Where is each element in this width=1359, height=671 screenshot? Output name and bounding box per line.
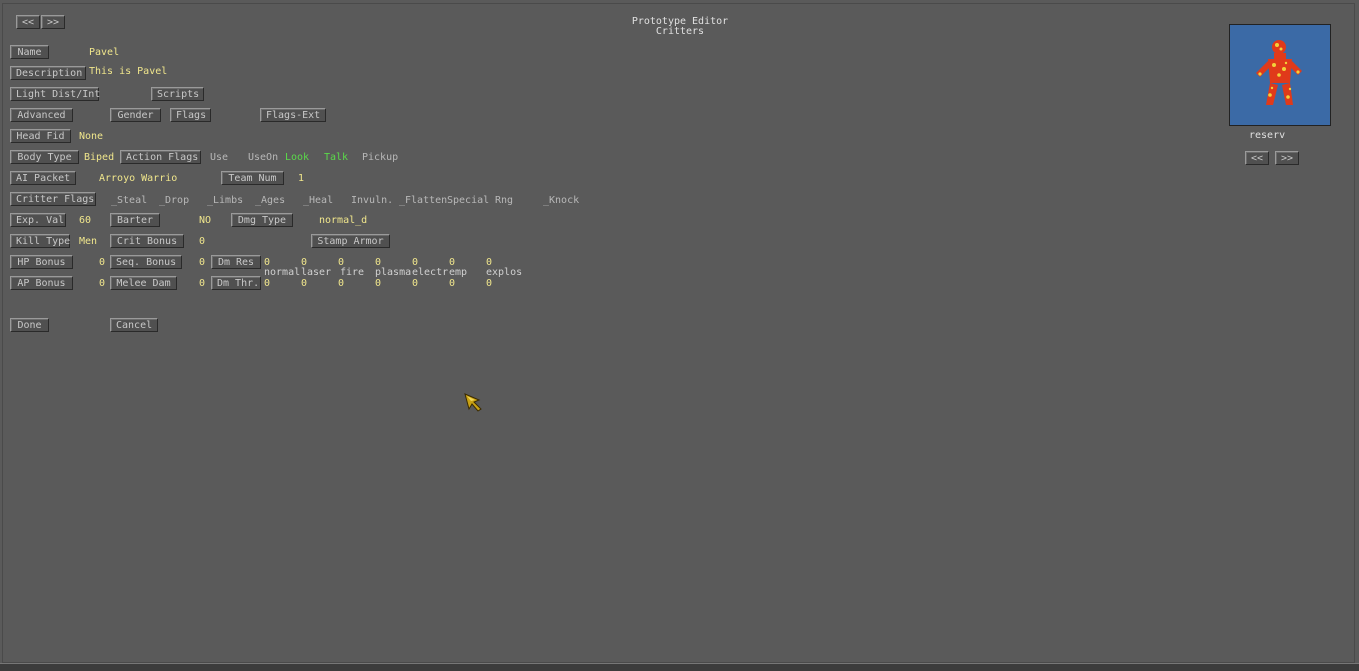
ai-packet-value: Arroyo Warrio [99, 173, 178, 184]
flag-heal-toggle[interactable]: _Heal [303, 195, 333, 207]
team-num-value: 1 [298, 173, 305, 184]
flag-special-toggle[interactable]: Special [447, 195, 489, 207]
mouse-cursor-icon [463, 392, 485, 417]
seq-bonus-button[interactable]: Seq. Bonus [110, 255, 182, 269]
hp-bonus-button[interactable]: HP Bonus [10, 255, 73, 269]
dm-thr-emp[interactable]: 0 [449, 278, 455, 290]
dm-thr-plasma[interactable]: 0 [375, 278, 381, 290]
portrait-name: reserv [1249, 130, 1286, 141]
name-button[interactable]: Name [10, 45, 49, 59]
scripts-button[interactable]: Scripts [151, 87, 204, 101]
flag-invuln-toggle[interactable]: Invuln. [351, 195, 393, 207]
flag-knock-toggle[interactable]: _Knock [543, 195, 579, 207]
stamp-armor-button[interactable]: Stamp Armor [311, 234, 390, 248]
description-value: This is Pavel [89, 66, 168, 77]
dm-thr-fire[interactable]: 0 [338, 278, 344, 290]
dm-res-button[interactable]: Dm Res [211, 255, 261, 269]
cancel-button[interactable]: Cancel [110, 318, 158, 332]
page-subtitle: Critters [655, 26, 705, 37]
flag-flatten-toggle[interactable]: _Flatten [399, 195, 447, 207]
head-fid-value: None [79, 131, 104, 142]
flags-button[interactable]: Flags [170, 108, 211, 122]
dmg-type-button[interactable]: Dmg Type [231, 213, 293, 227]
team-num-button[interactable]: Team Num [221, 171, 284, 185]
flag-drop-toggle[interactable]: _Drop [159, 195, 189, 207]
flag-limbs-toggle[interactable]: _Limbs [207, 195, 243, 207]
kill-type-value: Men [79, 236, 98, 247]
flags-ext-button[interactable]: Flags-Ext [260, 108, 326, 122]
action-flags-button[interactable]: Action Flags [120, 150, 201, 164]
portrait-prev-button[interactable]: << [1245, 151, 1269, 165]
crit-bonus-button[interactable]: Crit Bonus [110, 234, 184, 248]
barter-button[interactable]: Barter [110, 213, 160, 227]
dmg-type-value: normal_d [319, 215, 368, 226]
action-look-toggle[interactable]: Look [285, 152, 309, 164]
body-type-button[interactable]: Body Type [10, 150, 79, 164]
crit-bonus-value: 0 [199, 236, 206, 247]
critter-sprite-icon [1256, 40, 1302, 105]
dm-thr-electr[interactable]: 0 [412, 278, 418, 290]
hp-bonus-value: 0 [99, 257, 106, 268]
barter-value: NO [199, 215, 212, 226]
name-value: Pavel [89, 47, 120, 58]
flag-rng-toggle[interactable]: Rng [495, 195, 513, 207]
dm-thr-normal[interactable]: 0 [264, 278, 270, 290]
critter-flags-button[interactable]: Critter Flags [10, 192, 96, 206]
critter-portrait [1229, 24, 1331, 126]
flag-ages-toggle[interactable]: _Ages [255, 195, 285, 207]
done-button[interactable]: Done [10, 318, 49, 332]
advanced-button[interactable]: Advanced [10, 108, 73, 122]
next-proto-button[interactable]: >> [41, 15, 65, 29]
melee-dam-value: 0 [199, 278, 206, 289]
exp-val-button[interactable]: Exp. Val [10, 213, 66, 227]
dm-thr-button[interactable]: Dm Thr. [211, 276, 261, 290]
gender-button[interactable]: Gender [110, 108, 161, 122]
action-pickup-toggle[interactable]: Pickup [362, 152, 398, 164]
ap-bonus-value: 0 [99, 278, 106, 289]
seq-bonus-value: 0 [199, 257, 206, 268]
prev-proto-button[interactable]: << [16, 15, 40, 29]
portrait-next-button[interactable]: >> [1275, 151, 1299, 165]
action-useon-toggle[interactable]: UseOn [248, 152, 278, 164]
action-talk-toggle[interactable]: Talk [324, 152, 348, 164]
ai-packet-button[interactable]: AI Packet [10, 171, 76, 185]
melee-dam-button[interactable]: Melee Dam [110, 276, 177, 290]
flag-steal-toggle[interactable]: _Steal [111, 195, 147, 207]
dm-thr-explos[interactable]: 0 [486, 278, 492, 290]
description-button[interactable]: Description [10, 66, 86, 80]
ap-bonus-button[interactable]: AP Bonus [10, 276, 73, 290]
editor-frame [2, 3, 1355, 663]
body-type-value: Biped [84, 152, 115, 163]
head-fid-button[interactable]: Head Fid [10, 129, 71, 143]
light-dist-button[interactable]: Light Dist/Int [10, 87, 100, 101]
exp-val-value: 60 [79, 215, 92, 226]
action-use-toggle[interactable]: Use [210, 152, 228, 164]
dm-thr-laser[interactable]: 0 [301, 278, 307, 290]
kill-type-button[interactable]: Kill Type [10, 234, 70, 248]
